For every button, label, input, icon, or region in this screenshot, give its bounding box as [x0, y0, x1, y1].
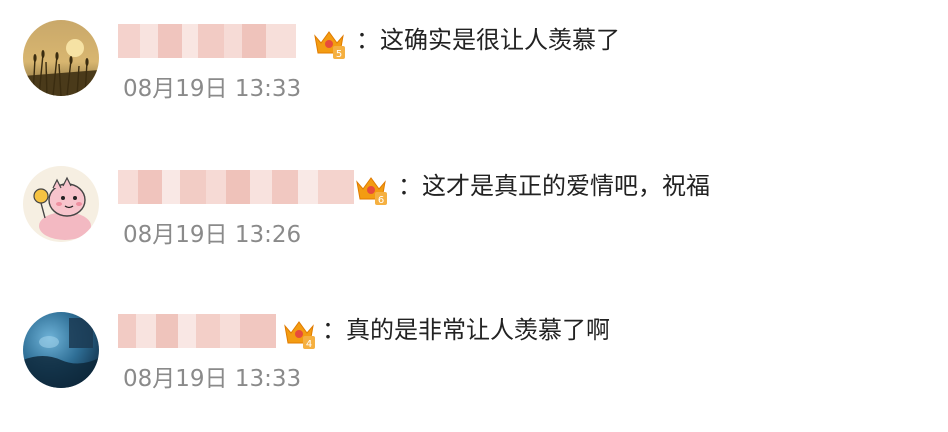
- comment-timestamp: 08月19日 13:33: [123, 76, 302, 102]
- user-avatar[interactable]: [23, 312, 99, 388]
- ocean-avatar-image: [23, 312, 99, 388]
- comment-text: 真的是非常让人羡慕了啊: [346, 316, 610, 344]
- comment-item: 4 ： 真的是非常让人羡慕了啊 08月19日 13:33: [0, 292, 948, 432]
- sunset-avatar-image: [23, 20, 99, 96]
- cartoon-dinosaur-avatar-image: [23, 166, 99, 242]
- username-blurred[interactable]: [118, 314, 276, 348]
- username-blurred[interactable]: [118, 24, 296, 58]
- username-blurred[interactable]: [118, 170, 354, 204]
- user-avatar[interactable]: [23, 166, 99, 242]
- comment-separator: ：: [356, 26, 380, 54]
- crown-badge-icon[interactable]: 4: [282, 316, 316, 350]
- comment-timestamp: 08月19日 13:26: [123, 222, 302, 248]
- comment-separator: ：: [322, 316, 346, 344]
- comment-text: 这才是真正的爱情吧，祝福: [422, 172, 710, 200]
- comment-item: 6 ： 这才是真正的爱情吧，祝福 08月19日 13:26: [0, 146, 948, 286]
- svg-text:5: 5: [336, 49, 342, 60]
- comment-text: 这确实是很让人羡慕了: [380, 26, 620, 54]
- comment-timestamp: 08月19日 13:33: [123, 366, 302, 392]
- svg-text:6: 6: [378, 195, 384, 206]
- svg-text:4: 4: [306, 339, 312, 350]
- crown-badge-icon[interactable]: 5: [312, 26, 346, 60]
- user-avatar[interactable]: [23, 20, 99, 96]
- comment-separator: ：: [398, 172, 422, 200]
- comment-item: 5 ： 这确实是很让人羡慕了 08月19日 13:33: [0, 0, 948, 140]
- crown-badge-icon[interactable]: 6: [354, 172, 388, 206]
